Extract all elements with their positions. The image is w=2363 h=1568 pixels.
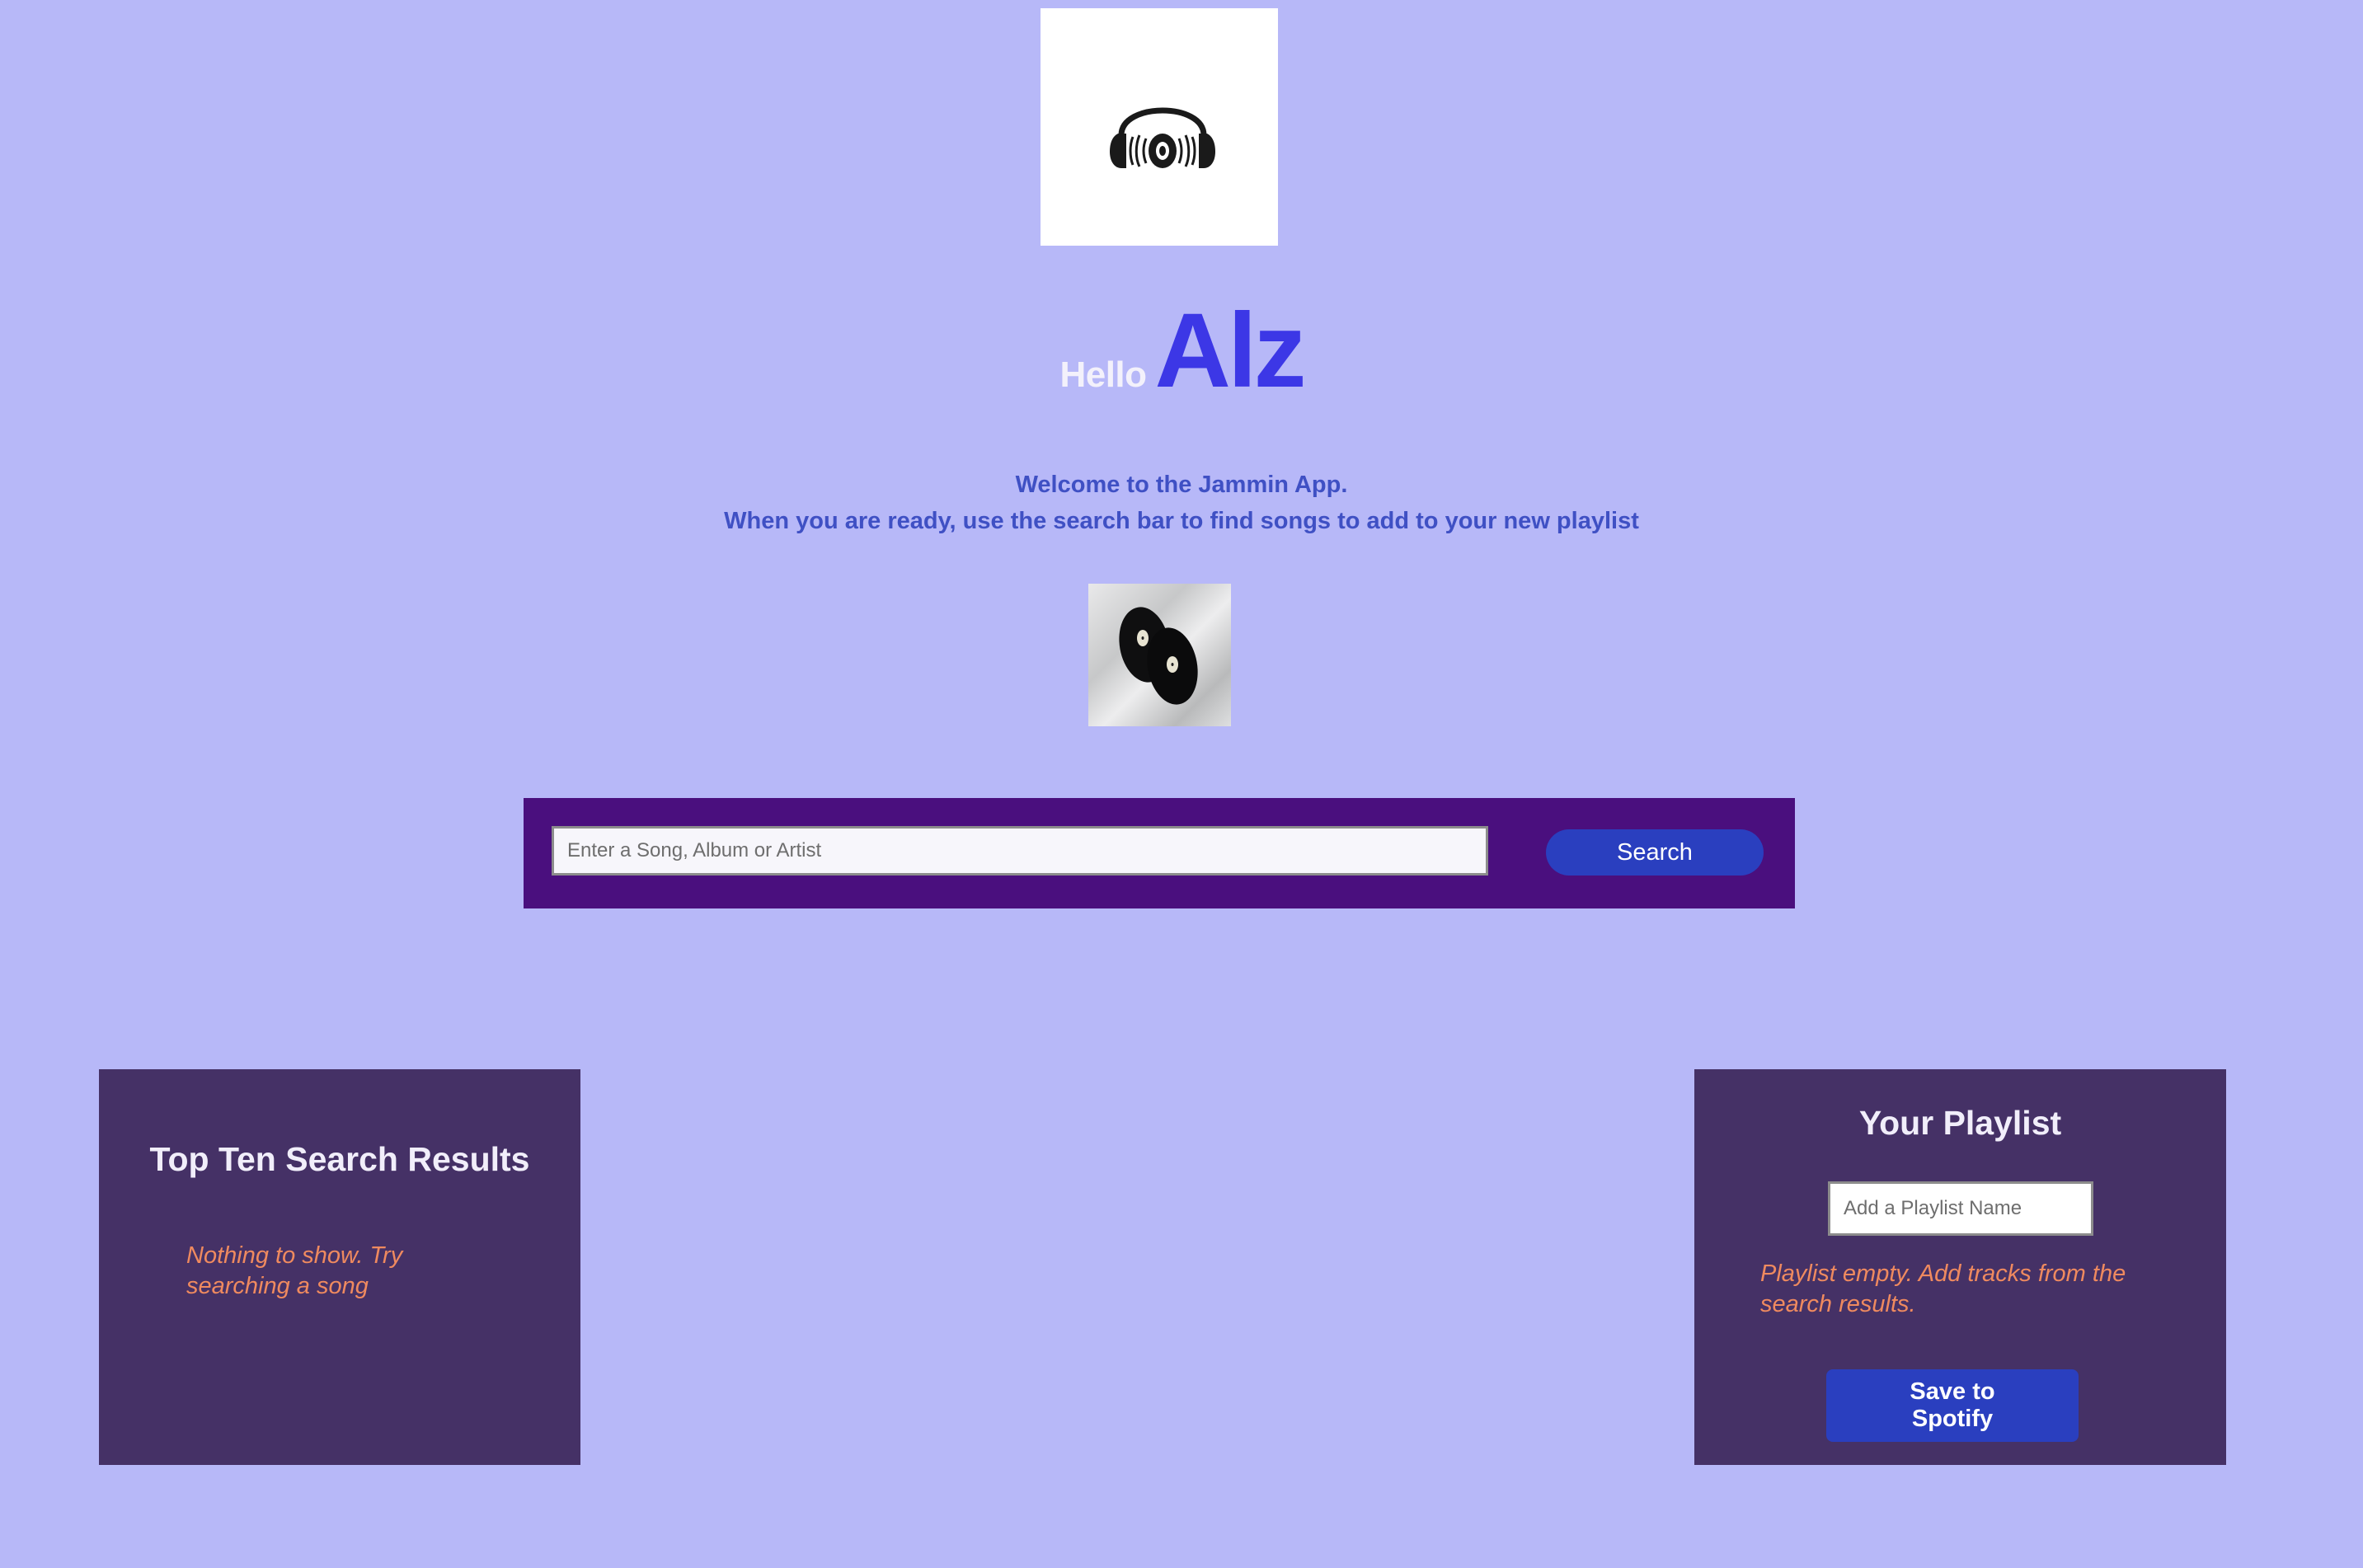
vinyl-records-image bbox=[1088, 584, 1231, 726]
search-button[interactable]: Search bbox=[1546, 829, 1764, 876]
search-results-empty-message: Nothing to show. Try searching a song bbox=[186, 1242, 403, 1299]
playlist-title: Your Playlist bbox=[1858, 1104, 2062, 1142]
playlist-name-input[interactable] bbox=[1828, 1181, 2093, 1236]
welcome-line-1: Welcome to the Jammin App. bbox=[1015, 472, 1348, 498]
search-results-panel: Top Ten Search Results Nothing to show. … bbox=[99, 1069, 580, 1465]
welcome-message: Welcome to the Jammin App. When you are … bbox=[0, 467, 2363, 539]
welcome-line-2: When you are ready, use the search bar t… bbox=[724, 508, 1639, 534]
greeting: HelloAlz bbox=[0, 298, 2363, 404]
user-name: Alz bbox=[1154, 292, 1307, 410]
search-results-title: Top Ten Search Results bbox=[149, 1140, 530, 1178]
playlist-empty-message: Playlist empty. Add tracks from the sear… bbox=[1760, 1261, 2126, 1317]
app-logo bbox=[1041, 8, 1278, 246]
playlist-panel: Your Playlist Playlist empty. Add tracks… bbox=[1694, 1069, 2226, 1465]
save-to-spotify-button[interactable]: Save to Spotify bbox=[1826, 1369, 2079, 1442]
greeting-hello: Hello bbox=[1059, 354, 1147, 395]
headphones-icon bbox=[1110, 107, 1215, 168]
search-bar: Search bbox=[524, 798, 1795, 908]
search-input[interactable] bbox=[552, 826, 1488, 876]
